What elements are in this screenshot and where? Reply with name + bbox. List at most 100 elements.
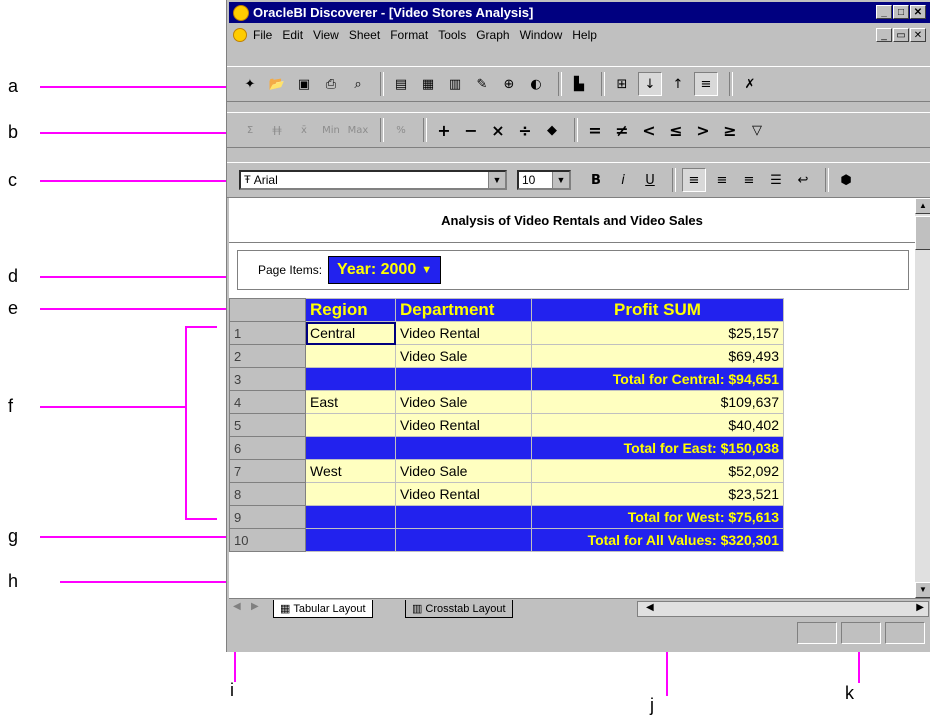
calculation-icon[interactable]: ◆ xyxy=(541,119,563,141)
menu-edit[interactable]: Edit xyxy=(282,28,303,42)
document-icon[interactable] xyxy=(233,28,247,42)
format-painter-icon[interactable]: ⬢ xyxy=(835,169,857,191)
total-cell[interactable] xyxy=(395,528,532,552)
drill-icon[interactable]: ⊕ xyxy=(498,73,520,95)
row-number[interactable]: 8 xyxy=(229,482,306,506)
total-value[interactable]: Total for Central: $94,651 xyxy=(531,367,784,391)
row-number[interactable]: 5 xyxy=(229,413,306,437)
total-value[interactable]: Total for West: $75,613 xyxy=(531,505,784,529)
new-sheet-icon[interactable]: ▤ xyxy=(390,73,412,95)
equals-icon[interactable]: = xyxy=(584,119,606,141)
table-icon[interactable]: ▦ xyxy=(417,73,439,95)
doc-close-button[interactable]: ✕ xyxy=(910,28,926,42)
profit-cell[interactable]: $25,157 xyxy=(531,321,784,345)
align-left-icon[interactable]: ≡ xyxy=(682,168,706,192)
grand-total-value[interactable]: Total for All Values: $320,301 xyxy=(531,528,784,552)
row-number[interactable]: 7 xyxy=(229,459,306,483)
menu-file[interactable]: File xyxy=(253,28,272,42)
total-cell[interactable] xyxy=(305,436,396,460)
doc-restore-button[interactable]: ▭ xyxy=(893,28,909,42)
save-icon[interactable]: ▣ xyxy=(293,73,315,95)
horizontal-scrollbar[interactable]: ◀ ▶ xyxy=(637,601,929,617)
profit-cell[interactable]: $23,521 xyxy=(531,482,784,506)
tab-crosstab-layout[interactable]: ▥ Crosstab Layout xyxy=(405,600,513,618)
row-number[interactable]: 10 xyxy=(229,528,306,552)
department-cell[interactable]: Video Sale xyxy=(395,390,532,414)
wrap-text-icon[interactable]: ↩ xyxy=(792,169,814,191)
print-icon[interactable]: ⎙ xyxy=(320,73,342,95)
region-cell[interactable] xyxy=(305,482,396,506)
pivot-icon[interactable]: ⊞ xyxy=(611,73,633,95)
row-number[interactable]: 6 xyxy=(229,436,306,460)
font-size-combo[interactable]: 10 ▼ xyxy=(517,170,571,190)
menu-help[interactable]: Help xyxy=(572,28,597,42)
new-workbook-icon[interactable]: ✦ xyxy=(239,73,261,95)
open-icon[interactable]: 📂 xyxy=(266,73,288,95)
sort-descending-icon[interactable]: ↑ xyxy=(667,73,689,95)
region-cell[interactable]: West xyxy=(305,459,396,483)
row-number[interactable]: 3 xyxy=(229,367,306,391)
underline-icon[interactable]: U xyxy=(639,169,661,191)
department-cell[interactable]: Video Rental xyxy=(395,321,532,345)
row-number[interactable]: 4 xyxy=(229,390,306,414)
maximize-button[interactable]: □ xyxy=(893,5,909,19)
font-combo[interactable]: Ŧ Arial ▼ xyxy=(239,170,507,190)
crosstab-icon[interactable]: ▥ xyxy=(444,73,466,95)
department-cell[interactable]: Video Rental xyxy=(395,482,532,506)
row-number[interactable]: 9 xyxy=(229,505,306,529)
sum-icon[interactable]: Σ xyxy=(239,119,261,141)
menu-graph[interactable]: Graph xyxy=(476,28,509,42)
page-item-year-dropdown[interactable]: Year: 2000 ▼ xyxy=(328,256,442,284)
print-preview-icon[interactable]: ⌕ xyxy=(347,73,369,95)
column-header-region[interactable]: Region xyxy=(305,298,396,322)
italic-icon[interactable]: i xyxy=(612,169,634,191)
total-cell[interactable] xyxy=(305,528,396,552)
menu-tools[interactable]: Tools xyxy=(438,28,466,42)
vertical-scrollbar[interactable]: ▲ ▼ xyxy=(915,198,930,598)
row-number[interactable]: 2 xyxy=(229,344,306,368)
total-cell[interactable] xyxy=(305,367,396,391)
count-icon[interactable]: ǂǂ xyxy=(266,119,288,141)
region-cell[interactable]: East xyxy=(305,390,396,414)
not-equals-icon[interactable]: ≠ xyxy=(611,119,633,141)
minimize-button[interactable]: _ xyxy=(876,5,892,19)
refresh-icon[interactable]: ◐ xyxy=(525,73,547,95)
plus-icon[interactable]: + xyxy=(433,119,455,141)
greater-equal-icon[interactable]: ≥ xyxy=(719,119,741,141)
menu-sheet[interactable]: Sheet xyxy=(349,28,380,42)
profit-cell[interactable]: $52,092 xyxy=(531,459,784,483)
department-cell[interactable]: Video Rental xyxy=(395,413,532,437)
total-cell[interactable] xyxy=(305,505,396,529)
percent-icon[interactable]: % xyxy=(390,119,412,141)
region-cell[interactable]: Central xyxy=(305,321,396,345)
less-equal-icon[interactable]: ≤ xyxy=(665,119,687,141)
corner-cell[interactable] xyxy=(229,298,306,322)
profit-cell[interactable]: $69,493 xyxy=(531,344,784,368)
doc-minimize-button[interactable]: _ xyxy=(876,28,892,42)
align-center-icon[interactable]: ≡ xyxy=(711,169,733,191)
scroll-thumb[interactable] xyxy=(915,216,930,250)
row-number[interactable]: 1 xyxy=(229,321,306,345)
chevron-down-icon[interactable]: ▼ xyxy=(488,172,505,188)
bold-icon[interactable]: B xyxy=(585,169,607,191)
edit-sheet-icon[interactable]: ✎ xyxy=(471,73,493,95)
graph-icon[interactable]: ▙ xyxy=(568,73,590,95)
filter-icon[interactable]: ▽ xyxy=(746,119,768,141)
sheet-title[interactable]: Analysis of Video Rentals and Video Sale… xyxy=(229,198,915,243)
totals-icon[interactable]: ≡ xyxy=(694,72,718,96)
profit-cell[interactable]: $40,402 xyxy=(531,413,784,437)
total-cell[interactable] xyxy=(395,367,532,391)
greater-than-icon[interactable]: > xyxy=(692,119,714,141)
multiply-icon[interactable]: × xyxy=(487,119,509,141)
scroll-down-icon[interactable]: ▼ xyxy=(915,582,930,598)
profit-cell[interactable]: $109,637 xyxy=(531,390,784,414)
scroll-up-icon[interactable]: ▲ xyxy=(915,198,930,214)
min-button[interactable]: Min xyxy=(320,119,342,141)
total-value[interactable]: Total for East: $150,038 xyxy=(531,436,784,460)
divide-icon[interactable]: ÷ xyxy=(514,119,536,141)
close-button[interactable]: ✕ xyxy=(910,5,926,19)
exceptions-icon[interactable]: ✗ xyxy=(739,73,761,95)
department-cell[interactable]: Video Sale xyxy=(395,344,532,368)
menu-view[interactable]: View xyxy=(313,28,339,42)
menu-window[interactable]: Window xyxy=(520,28,563,42)
